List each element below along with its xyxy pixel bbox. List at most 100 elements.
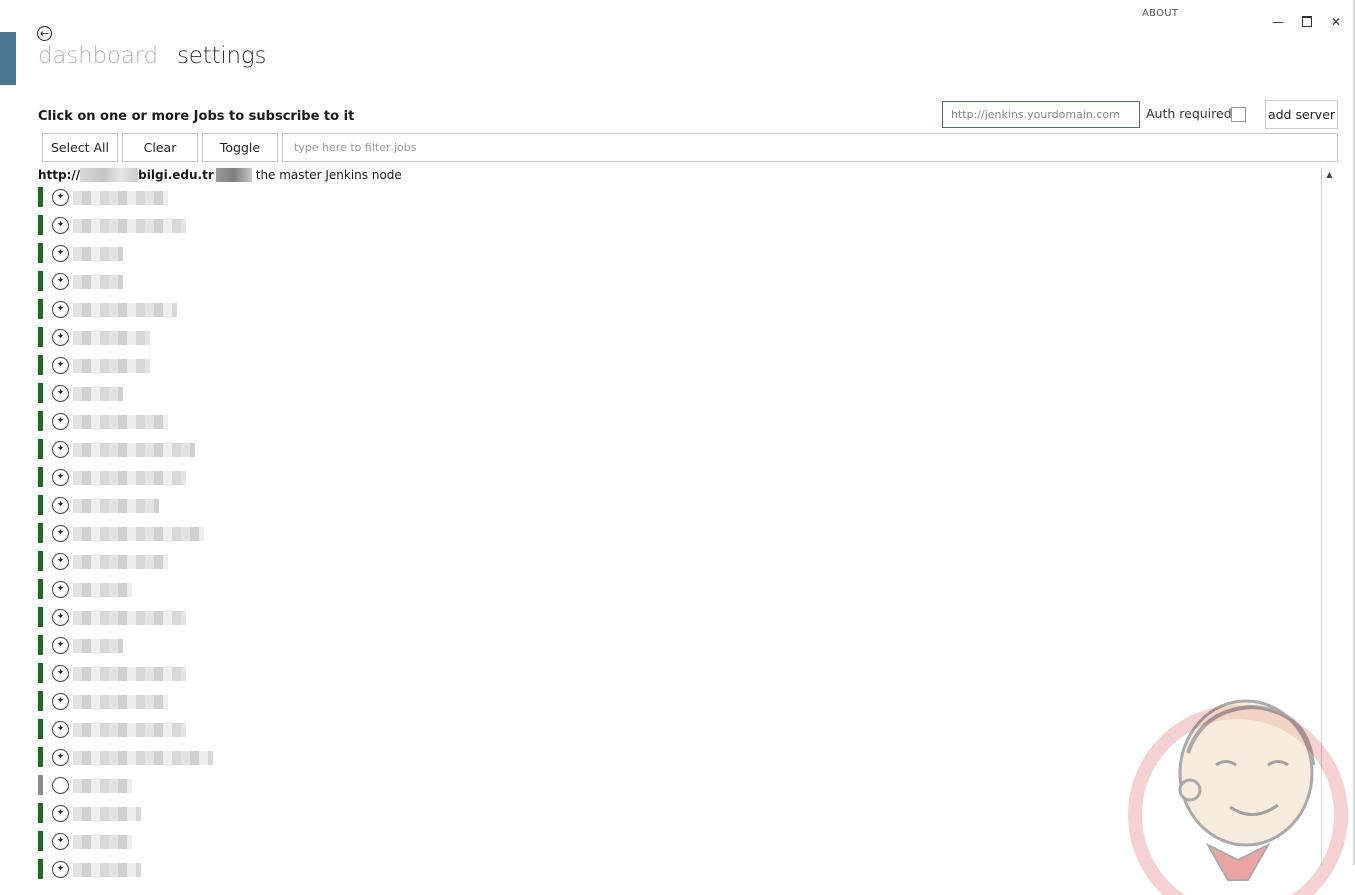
job-row[interactable]: ✦ <box>38 633 1318 661</box>
job-subscribe-toggle[interactable]: ✦ <box>52 497 69 514</box>
job-name-redacted <box>73 723 186 737</box>
subscribe-icon: ✦ <box>56 248 65 258</box>
subscribe-icon: ✦ <box>56 304 65 314</box>
job-name-redacted <box>73 555 168 569</box>
job-row[interactable]: ✦ <box>38 381 1318 409</box>
arrow-left-circle-icon: ← <box>39 27 50 40</box>
job-subscribe-toggle[interactable]: ✦ <box>52 217 69 234</box>
toggle-button[interactable]: Toggle <box>202 133 278 162</box>
job-subscribe-toggle[interactable]: ✦ <box>52 301 69 318</box>
job-row[interactable]: ✦ <box>38 521 1318 549</box>
server-url-prefix: http:// <box>38 168 81 182</box>
job-subscribe-toggle[interactable]: ✦ <box>52 357 69 374</box>
job-subscribe-toggle[interactable]: ✦ <box>52 693 69 710</box>
job-name-redacted <box>73 611 186 625</box>
subscribe-icon: ✦ <box>56 668 65 678</box>
job-subscribe-toggle[interactable]: ✦ <box>52 329 69 346</box>
job-status-indicator <box>38 299 43 319</box>
minimize-button[interactable]: — <box>1268 12 1288 32</box>
job-row[interactable]: ✦ <box>38 465 1318 493</box>
job-status-indicator <box>38 467 43 487</box>
job-row[interactable]: ✦ <box>38 269 1318 297</box>
job-status-indicator <box>38 439 43 459</box>
subscribe-icon: ✦ <box>56 612 65 622</box>
add-server-button[interactable]: add server <box>1265 100 1338 129</box>
subscribe-icon: ✦ <box>56 220 65 230</box>
server-url-input[interactable] <box>942 101 1140 128</box>
job-subscribe-toggle[interactable]: ✦ <box>52 189 69 206</box>
job-name-redacted <box>73 275 123 289</box>
server-url-domain: bilgi.edu.tr <box>138 168 214 182</box>
job-name-redacted <box>73 807 141 821</box>
job-subscribe-toggle[interactable]: ✦ <box>52 553 69 570</box>
filter-jobs-input[interactable] <box>282 133 1338 162</box>
job-subscribe-toggle[interactable]: ✦ <box>52 665 69 682</box>
job-subscribe-toggle[interactable]: ✦ <box>52 581 69 598</box>
redacted-hostname <box>80 168 139 182</box>
job-subscribe-toggle[interactable]: ✦ <box>52 861 69 878</box>
back-button[interactable]: ← <box>37 26 52 41</box>
job-subscribe-toggle[interactable]: ✦ <box>52 525 69 542</box>
job-name-redacted <box>73 471 186 485</box>
job-row[interactable]: ✦ <box>38 661 1318 689</box>
job-name-redacted <box>73 359 150 373</box>
subscribe-icon: ✦ <box>56 864 65 874</box>
subscribe-icon: ✦ <box>56 808 65 818</box>
job-subscribe-toggle[interactable]: ✦ <box>52 385 69 402</box>
server-header: http:// bilgi.edu.tr the master Jenkins … <box>38 168 402 182</box>
subscribe-icon: ✦ <box>56 556 65 566</box>
job-row[interactable]: ✦ <box>38 353 1318 381</box>
job-row[interactable]: ✦ <box>38 213 1318 241</box>
job-subscribe-toggle[interactable]: ✦ <box>52 805 69 822</box>
job-name-redacted <box>73 779 132 793</box>
subscribe-icon: ✦ <box>56 640 65 650</box>
job-subscribe-toggle[interactable]: ✦ <box>52 749 69 766</box>
job-row[interactable]: ✦ <box>38 325 1318 353</box>
job-row[interactable]: ✦ <box>38 549 1318 577</box>
job-row[interactable]: ✦ <box>38 577 1318 605</box>
job-row[interactable]: ✦ <box>38 185 1318 213</box>
job-row[interactable]: ✦ <box>38 493 1318 521</box>
job-status-indicator <box>38 271 43 291</box>
job-subscribe-toggle[interactable]: ✦ <box>52 833 69 850</box>
job-subscribe-toggle[interactable]: ✦ <box>52 273 69 290</box>
job-subscribe-toggle[interactable]: ✦ <box>52 413 69 430</box>
maximize-icon <box>1302 15 1312 27</box>
job-subscribe-toggle[interactable] <box>52 777 69 794</box>
maximize-button[interactable] <box>1297 11 1317 31</box>
job-name-redacted <box>73 751 213 765</box>
subscribe-icon: ✦ <box>56 416 65 426</box>
job-row[interactable]: ✦ <box>38 605 1318 633</box>
job-subscribe-toggle[interactable]: ✦ <box>52 637 69 654</box>
about-link[interactable]: ABOUT <box>1142 8 1178 19</box>
job-name-redacted <box>73 499 159 513</box>
scroll-up-arrow[interactable]: ▲ <box>1321 167 1338 182</box>
clear-button[interactable]: Clear <box>122 133 198 162</box>
subscribe-icon: ✦ <box>56 332 65 342</box>
job-subscribe-toggle[interactable]: ✦ <box>52 245 69 262</box>
nav-settings: settings <box>177 43 267 69</box>
job-status-indicator <box>38 215 43 235</box>
job-name-redacted <box>73 443 195 457</box>
job-row[interactable]: ✦ <box>38 437 1318 465</box>
job-row[interactable]: ✦ <box>38 241 1318 269</box>
nav-dashboard[interactable]: dashboard <box>38 43 158 69</box>
job-name-redacted <box>73 667 186 681</box>
job-name-redacted <box>73 527 204 541</box>
job-subscribe-toggle[interactable]: ✦ <box>52 441 69 458</box>
auth-required-checkbox[interactable] <box>1231 107 1246 122</box>
job-subscribe-toggle[interactable]: ✦ <box>52 469 69 486</box>
job-subscribe-toggle[interactable]: ✦ <box>52 721 69 738</box>
page-nav: dashboard settings <box>38 43 267 69</box>
select-all-button[interactable]: Select All <box>42 133 118 162</box>
job-name-redacted <box>73 695 168 709</box>
subscribe-icon: ✦ <box>56 472 65 482</box>
close-button[interactable]: ✕ <box>1326 12 1346 32</box>
job-name-redacted <box>73 303 177 317</box>
job-row[interactable]: ✦ <box>38 409 1318 437</box>
job-subscribe-toggle[interactable]: ✦ <box>52 609 69 626</box>
subscribe-icon: ✦ <box>56 388 65 398</box>
job-row[interactable]: ✦ <box>38 297 1318 325</box>
subscribe-icon: ✦ <box>56 724 65 734</box>
job-name-redacted <box>73 219 186 233</box>
